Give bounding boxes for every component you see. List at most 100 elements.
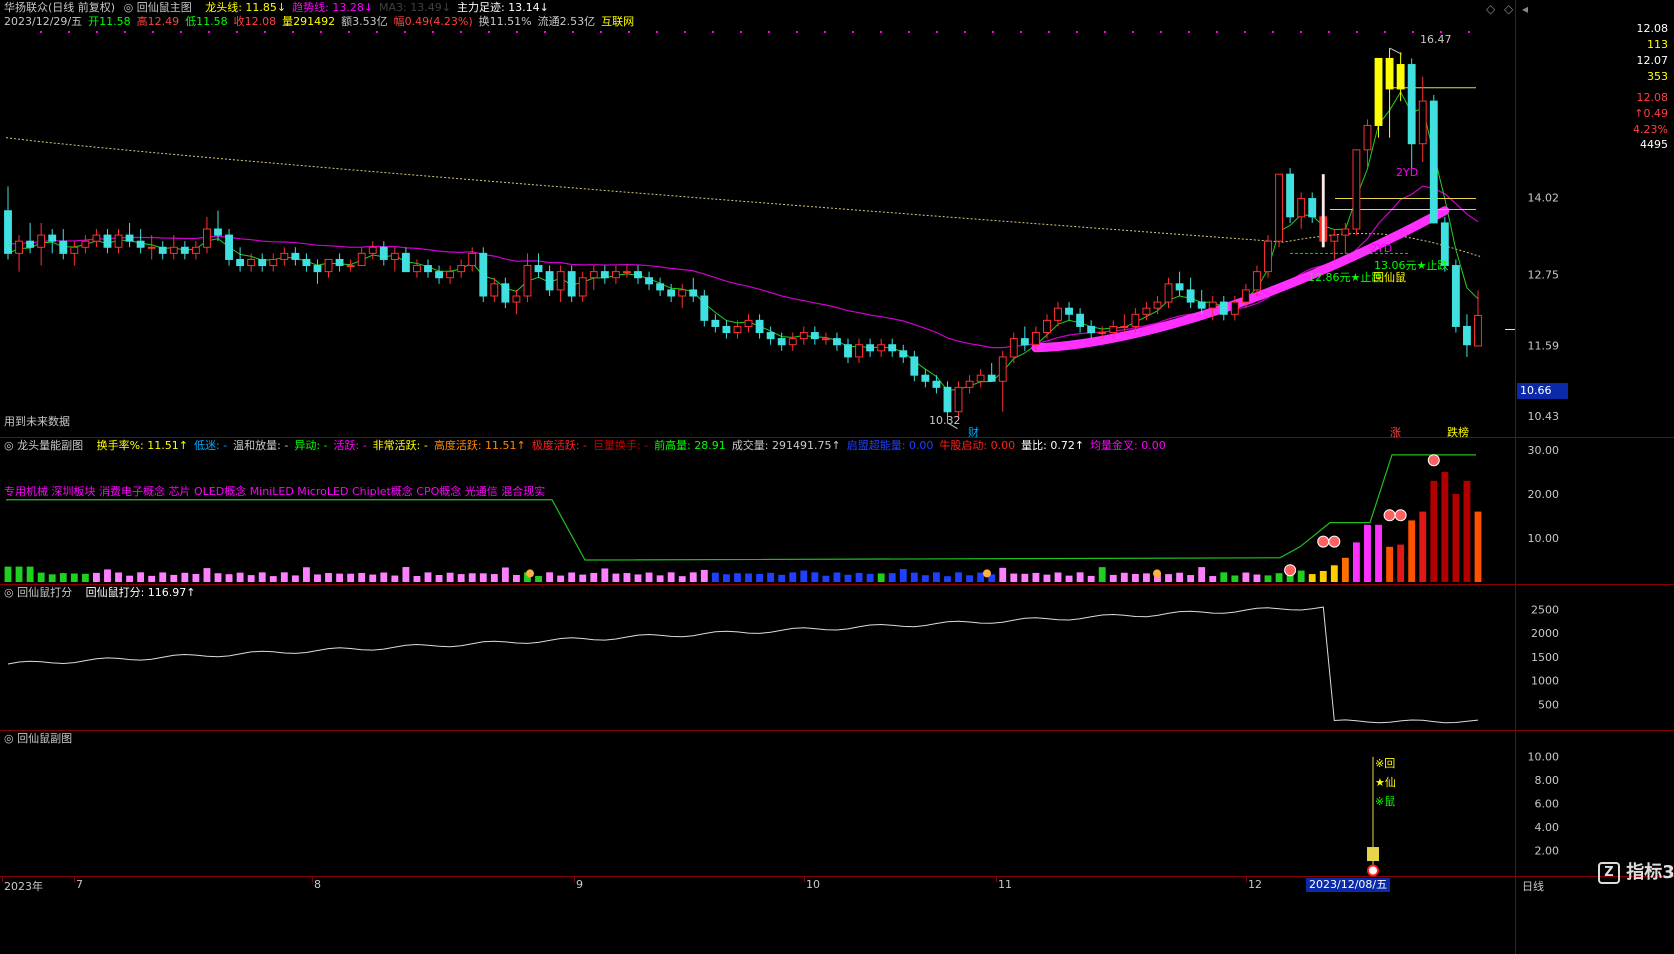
volume-bar — [932, 572, 940, 582]
candle-body — [1275, 173, 1283, 242]
volume-field-14: 均量金叉: 0.00 — [1090, 439, 1166, 452]
signal-ball — [1317, 535, 1330, 548]
candle-body — [611, 271, 620, 279]
top-marker — [824, 31, 826, 33]
volume-bar — [203, 568, 211, 582]
quote-price: 12.08 — [1636, 22, 1669, 35]
candle-body — [667, 289, 676, 297]
x-tick-label: 12 — [1248, 878, 1262, 891]
top-marker — [964, 31, 966, 33]
top-marker — [740, 31, 742, 33]
candle-body — [888, 344, 897, 352]
x-tick — [804, 876, 805, 882]
volume-bar — [656, 575, 664, 582]
candle-body — [1076, 313, 1085, 327]
volume-bar — [955, 572, 962, 582]
volume-bar — [1297, 570, 1305, 582]
top-marker — [1216, 31, 1218, 33]
y-tick-label: 14.02 — [1528, 191, 1560, 204]
top-marker — [600, 31, 602, 33]
candle-body — [368, 246, 377, 254]
candle-body — [180, 246, 189, 254]
volume-bar — [26, 566, 34, 582]
top-marker — [124, 31, 126, 33]
signal-shu: ※鼠 — [1375, 795, 1396, 808]
volume-bar — [501, 567, 509, 582]
volume-bar — [535, 575, 542, 582]
candle-body — [1109, 325, 1118, 334]
vol-y-label: 30.00 — [1528, 444, 1560, 457]
volume-bar — [358, 572, 366, 582]
signal-marker — [1367, 864, 1379, 877]
yd-label-1: 2YD — [1396, 166, 1419, 179]
panel2-title[interactable]: ◎ 龙头量能副图 — [4, 439, 88, 452]
top-marker — [180, 31, 182, 33]
quote-price3: 12.08 — [1636, 91, 1669, 104]
candle-body — [578, 277, 587, 297]
x-tick-label: 8 — [314, 878, 321, 891]
volume-field-8: 巨量换手: - — [592, 439, 649, 452]
brand-logo: Z 指标365 — [1598, 858, 1674, 884]
candle-body — [523, 265, 532, 297]
candle-body — [866, 344, 875, 352]
candle-body — [1297, 198, 1306, 218]
top-marker — [320, 31, 322, 33]
yd-label-2: 2YD — [1370, 242, 1393, 255]
volume-bar — [1330, 565, 1338, 582]
x-tick — [312, 876, 313, 882]
volume-bar — [1397, 544, 1405, 582]
low-label: 10.32 — [929, 414, 961, 427]
candle-body — [656, 283, 665, 291]
volume-bar — [137, 572, 145, 582]
volume-bar — [424, 572, 432, 582]
volume-bar — [380, 572, 388, 582]
top-marker — [1160, 31, 1162, 33]
volume-bar — [1176, 572, 1184, 582]
top-marker — [684, 31, 686, 33]
top-marker — [1188, 31, 1190, 33]
volume-bar — [1187, 575, 1195, 582]
volume-bar — [104, 569, 111, 582]
volume-bar — [446, 572, 454, 582]
volume-field-9: 前高量: 28.91 — [654, 439, 726, 452]
volume-bar — [512, 574, 520, 582]
candle-body — [446, 271, 455, 279]
candle-body — [545, 271, 554, 291]
candle-body — [645, 277, 653, 285]
top-marker — [1020, 31, 1022, 33]
top-marker — [1384, 31, 1386, 33]
panel4-title[interactable]: ◎ 回仙鼠副图 — [4, 732, 77, 745]
top-marker — [544, 31, 546, 33]
candle-body — [1429, 100, 1438, 224]
volume-bar — [1386, 546, 1394, 582]
volume-bar — [1198, 567, 1206, 582]
signal-y-label: 8.00 — [1535, 774, 1560, 787]
y-tick-label: 11.59 — [1528, 339, 1560, 352]
volume-bar — [844, 574, 852, 582]
top-marker — [1244, 31, 1246, 33]
candle-body — [169, 246, 178, 254]
volume-bar — [1352, 542, 1360, 582]
signal-ball — [1394, 509, 1407, 522]
volume-bar — [457, 574, 465, 582]
candle-body — [468, 252, 477, 267]
volume-field-1: 低迷: - — [193, 439, 228, 452]
candle-body — [59, 240, 68, 254]
panel3-title[interactable]: ◎ 回仙鼠打分 — [4, 586, 77, 599]
top-marker — [1132, 31, 1134, 33]
candle-body — [755, 319, 764, 334]
candle-body — [733, 325, 742, 334]
period-label: 日线 — [1522, 880, 1544, 893]
quote-change: ↑0.49 — [1634, 107, 1668, 120]
candle-body — [589, 271, 598, 279]
candle-body — [191, 246, 200, 254]
volume-bar — [1120, 572, 1128, 582]
candle-body — [1330, 234, 1339, 242]
top-marker — [40, 31, 42, 33]
y-tick-label: 10.43 — [1528, 410, 1560, 423]
volume-bar — [247, 575, 255, 582]
signal-y-label: 2.00 — [1535, 845, 1560, 858]
candle-body — [910, 356, 919, 376]
volume-field-0: 换手率%: 11.51↑ — [96, 439, 188, 452]
hand-icon — [526, 569, 534, 578]
